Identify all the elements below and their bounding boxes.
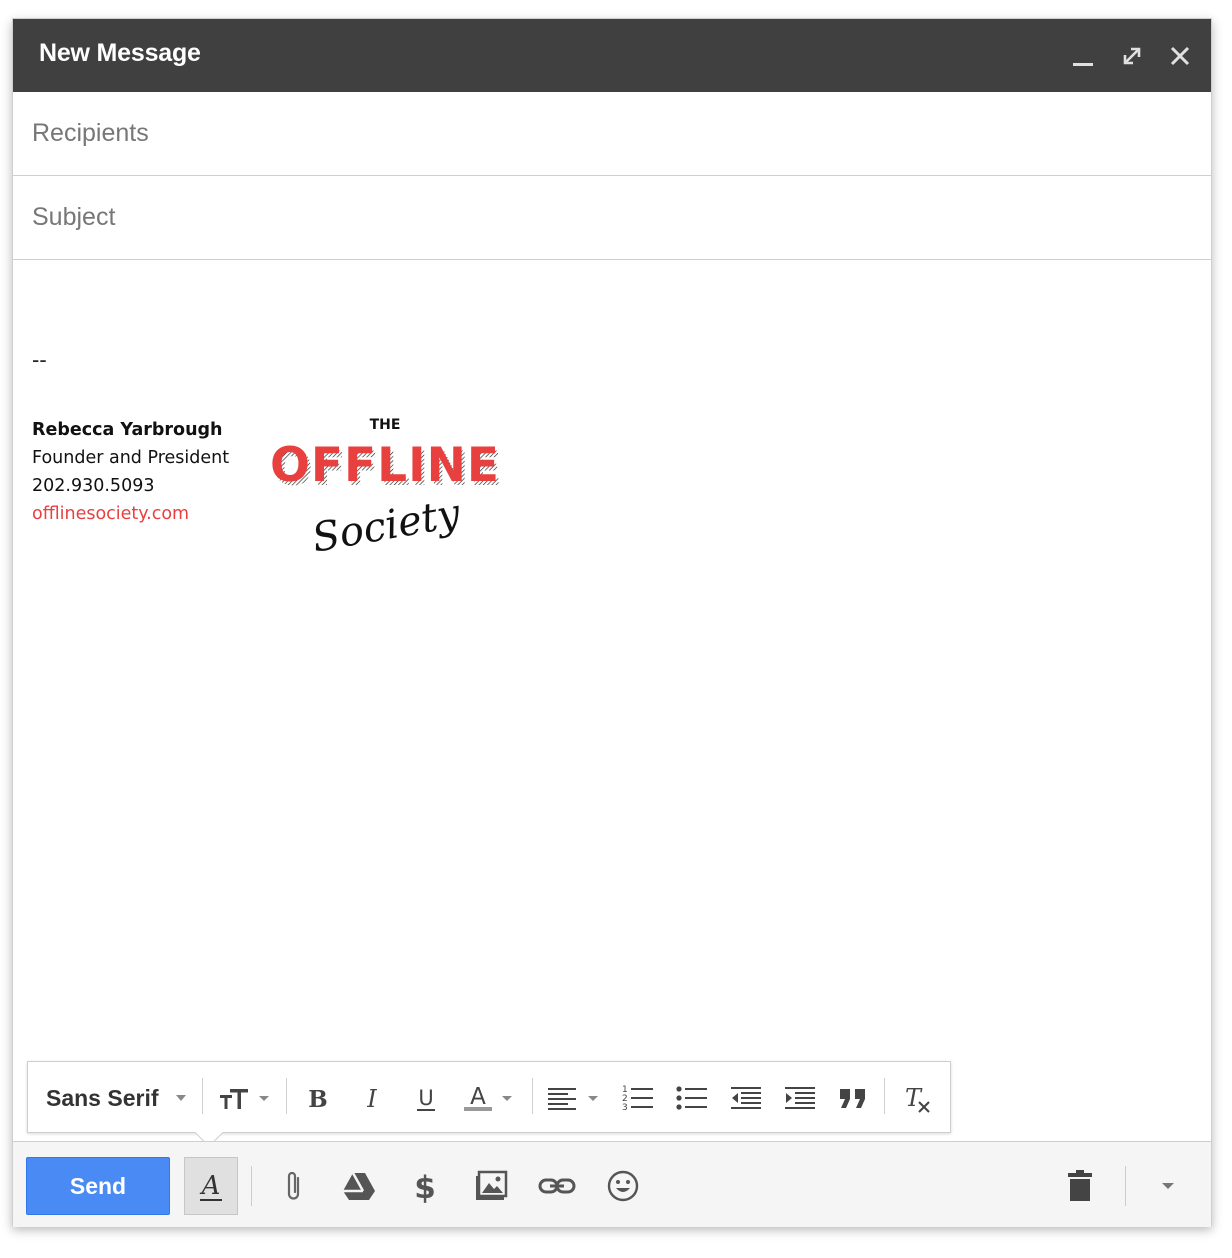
remove-formatting-icon: T bbox=[905, 1084, 930, 1113]
svg-text:I: I bbox=[366, 1085, 377, 1113]
drive-button[interactable] bbox=[338, 1165, 380, 1207]
formatting-options-button[interactable]: A bbox=[184, 1157, 238, 1215]
font-family-select[interactable]: Sans Serif bbox=[46, 1080, 196, 1116]
offline-society-logo: THE OFFLINE OFFLINE Society bbox=[270, 417, 502, 551]
money-button[interactable]: $ bbox=[404, 1165, 446, 1207]
underline-button[interactable]: U bbox=[408, 1080, 444, 1116]
italic-button[interactable]: I bbox=[354, 1080, 390, 1116]
formatting-toolbar: Sans Serif B I U A 1 2 3 T bbox=[27, 1061, 951, 1148]
attach-icon bbox=[287, 1171, 300, 1200]
attach-button[interactable] bbox=[273, 1165, 315, 1207]
font-family-value: Sans Serif bbox=[46, 1084, 159, 1111]
indent-less-button[interactable] bbox=[726, 1080, 766, 1116]
toolbar-divider bbox=[202, 1078, 203, 1114]
bulleted-list-icon bbox=[676, 1086, 707, 1110]
recipients-row bbox=[13, 92, 1211, 176]
svg-text:$: $ bbox=[414, 1170, 436, 1204]
more-options-icon bbox=[1162, 1183, 1174, 1189]
logo-society-text: Society bbox=[309, 490, 465, 551]
emoji-button[interactable] bbox=[602, 1165, 644, 1207]
text-size-icon bbox=[220, 1089, 269, 1109]
recipients-input[interactable] bbox=[32, 116, 1182, 150]
signature-phone: 202.930.5093 bbox=[32, 476, 155, 496]
signature-role: Founder and President bbox=[32, 448, 230, 468]
svg-text:U: U bbox=[418, 1086, 433, 1110]
bold-button[interactable]: B bbox=[300, 1080, 336, 1116]
align-icon bbox=[548, 1088, 598, 1110]
signature-website-link[interactable]: offlinesociety.com bbox=[32, 504, 189, 524]
remove-formatting-button[interactable]: T bbox=[896, 1080, 938, 1116]
link-icon bbox=[538, 1178, 576, 1194]
indent-more-icon bbox=[785, 1087, 815, 1109]
toolbar-divider bbox=[884, 1078, 885, 1114]
text-size-button[interactable] bbox=[216, 1080, 276, 1116]
svg-text:B: B bbox=[308, 1086, 327, 1113]
svg-text:A: A bbox=[470, 1084, 486, 1110]
expand-icon[interactable] bbox=[1117, 41, 1147, 71]
compose-title: New Message bbox=[39, 39, 201, 67]
formatting-options-icon: A bbox=[200, 1171, 222, 1201]
trash-icon bbox=[1068, 1170, 1092, 1201]
money-icon: $ bbox=[414, 1170, 436, 1204]
italic-icon: I bbox=[366, 1085, 377, 1113]
send-button[interactable]: Send bbox=[26, 1157, 170, 1215]
logo-offline-text: OFFLINE bbox=[270, 438, 500, 493]
bold-icon: B bbox=[308, 1086, 327, 1113]
insert-link-button[interactable] bbox=[536, 1165, 578, 1207]
bulleted-list-button[interactable] bbox=[672, 1080, 712, 1116]
signature-separator: -- bbox=[32, 347, 47, 372]
toolbar-divider bbox=[1125, 1166, 1126, 1206]
subject-row bbox=[13, 176, 1211, 260]
close-icon[interactable] bbox=[1165, 41, 1195, 71]
compose-titlebar[interactable]: New Message bbox=[13, 19, 1211, 92]
numbered-list-button[interactable]: 123 bbox=[618, 1080, 658, 1116]
toolbar-divider bbox=[286, 1078, 287, 1114]
compose-bottom-bar: Send A $ bbox=[13, 1141, 1211, 1227]
svg-text:T: T bbox=[905, 1084, 923, 1112]
emoji-icon bbox=[607, 1170, 639, 1202]
message-body[interactable]: -- Rebecca Yarbrough Founder and Preside… bbox=[13, 261, 1211, 1061]
logo-the-text: THE bbox=[370, 417, 401, 433]
align-button[interactable] bbox=[546, 1080, 606, 1116]
quote-icon bbox=[840, 1089, 865, 1108]
drive-icon bbox=[343, 1172, 375, 1200]
minimize-icon[interactable] bbox=[1068, 41, 1098, 71]
signature-block: Rebecca Yarbrough Founder and President … bbox=[32, 416, 229, 528]
text-color-button[interactable]: A bbox=[462, 1080, 522, 1116]
indent-less-icon bbox=[731, 1087, 761, 1109]
photo-button[interactable] bbox=[470, 1165, 512, 1207]
text-color-icon: A bbox=[464, 1084, 512, 1111]
chevron-down-icon bbox=[175, 1095, 186, 1101]
toolbar-divider bbox=[251, 1166, 252, 1206]
more-options-button[interactable] bbox=[1147, 1165, 1189, 1207]
signature-name: Rebecca Yarbrough bbox=[32, 420, 223, 440]
svg-text:A: A bbox=[200, 1171, 221, 1201]
numbered-list-icon: 123 bbox=[622, 1085, 653, 1113]
discard-draft-button[interactable] bbox=[1059, 1165, 1101, 1207]
indent-more-button[interactable] bbox=[780, 1080, 820, 1116]
toolbar-divider bbox=[532, 1078, 533, 1114]
subject-input[interactable] bbox=[32, 200, 1182, 234]
underline-icon: U bbox=[417, 1086, 435, 1111]
photo-icon bbox=[476, 1170, 508, 1200]
svg-text:3: 3 bbox=[622, 1103, 628, 1113]
compose-window: New Message -- Rebecca Yarbrough Fou bbox=[12, 18, 1212, 1227]
quote-button[interactable] bbox=[834, 1080, 874, 1116]
